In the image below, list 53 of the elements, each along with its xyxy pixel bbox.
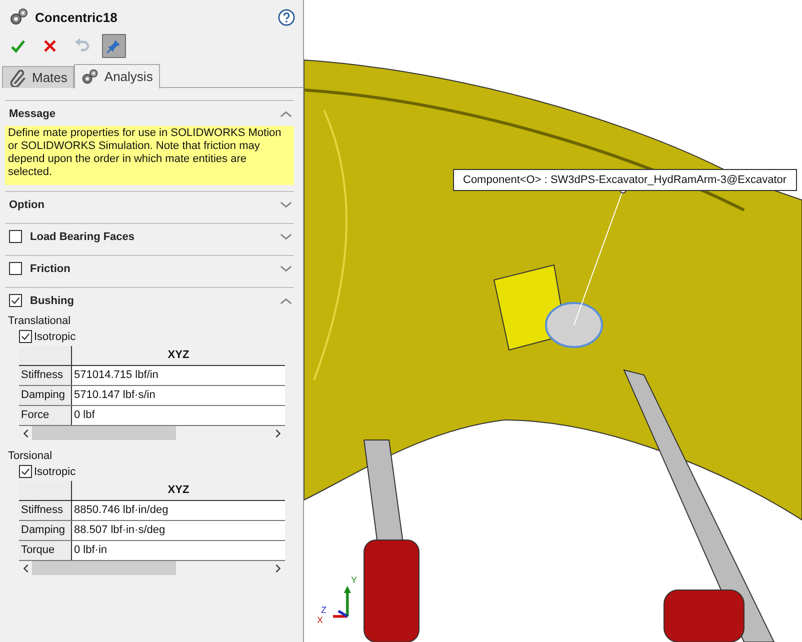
- axis-label: X: [317, 616, 324, 625]
- section-title: Bushing: [30, 294, 75, 306]
- help-icon[interactable]: [278, 8, 295, 26]
- section-checkbox[interactable]: [9, 230, 22, 243]
- section-title: Message: [9, 108, 56, 120]
- component-tooltip: Component<O> : SW3dPS-Excavator_HydRamArm-3@Excavator: [453, 169, 797, 191]
- scroll-left-icon[interactable]: [23, 428, 29, 438]
- pushpin-icon: [106, 38, 122, 54]
- paperclip-icon: [9, 68, 27, 86]
- panel-tab[interactable]: Mates: [2, 66, 74, 88]
- table-cell-text: 0 lbf·in: [73, 543, 108, 558]
- gears-icon: [9, 7, 29, 27]
- row-header: Stiffness: [19, 366, 72, 385]
- row-header: Torque: [19, 541, 72, 560]
- row-header: Stiffness: [19, 501, 72, 520]
- chevron-icon[interactable]: [280, 232, 292, 240]
- axis-label: Y: [351, 576, 358, 585]
- checkbox-label: Isotropic: [34, 466, 76, 478]
- table-cell-text: 0 lbf: [73, 408, 96, 423]
- isotropic-checkbox[interactable]: [19, 330, 32, 343]
- message-text: Define mate properties for use in SOLIDWORKS Motion or SOLIDWORKS Simulation. Note that friction may depend upon the order in which mate entities are selected.: [5, 126, 294, 185]
- section-title: Option: [9, 198, 46, 210]
- section-checkbox[interactable]: [9, 294, 22, 307]
- panel-title: Concentric18: [35, 10, 118, 24]
- isotropic-checkbox[interactable]: [19, 465, 32, 478]
- group-label: Torsional: [7, 449, 54, 464]
- chevron-icon[interactable]: [280, 200, 292, 208]
- group-label: Translational: [7, 314, 72, 329]
- section-checkbox[interactable]: [9, 262, 22, 275]
- section-title: Friction: [30, 262, 72, 274]
- scroll-right-icon[interactable]: [275, 428, 281, 438]
- close-icon: [42, 38, 58, 54]
- checkmark-icon: [10, 38, 26, 54]
- table-cell-text: 5710.147 lbf·s/in: [73, 388, 156, 403]
- row-header: Force: [19, 406, 72, 425]
- scroll-left-icon[interactable]: [23, 564, 29, 572]
- panel-tab[interactable]: Analysis: [74, 64, 160, 89]
- gears-icon: [81, 68, 100, 86]
- row-header: Damping: [19, 386, 72, 405]
- column-header: XYZ: [72, 346, 285, 365]
- scroll-right-icon[interactable]: [275, 564, 281, 572]
- chevron-icon[interactable]: [280, 296, 292, 304]
- section-title: Load Bearing Faces: [30, 230, 136, 242]
- row-header: Damping: [19, 521, 72, 540]
- undo-icon: [74, 38, 90, 54]
- column-header: XYZ: [72, 481, 285, 500]
- table-cell-text: 571014.715 lbf/in: [73, 368, 160, 383]
- chevron-icon[interactable]: [280, 264, 292, 272]
- axis-label: Z: [321, 606, 326, 615]
- table-cell-text: 8850.746 lbf·in/deg: [73, 503, 170, 518]
- table-cell-text: 88.507 lbf·in·s/deg: [73, 523, 166, 538]
- checkbox-label: Isotropic: [34, 330, 76, 342]
- chevron-icon[interactable]: [280, 110, 292, 118]
